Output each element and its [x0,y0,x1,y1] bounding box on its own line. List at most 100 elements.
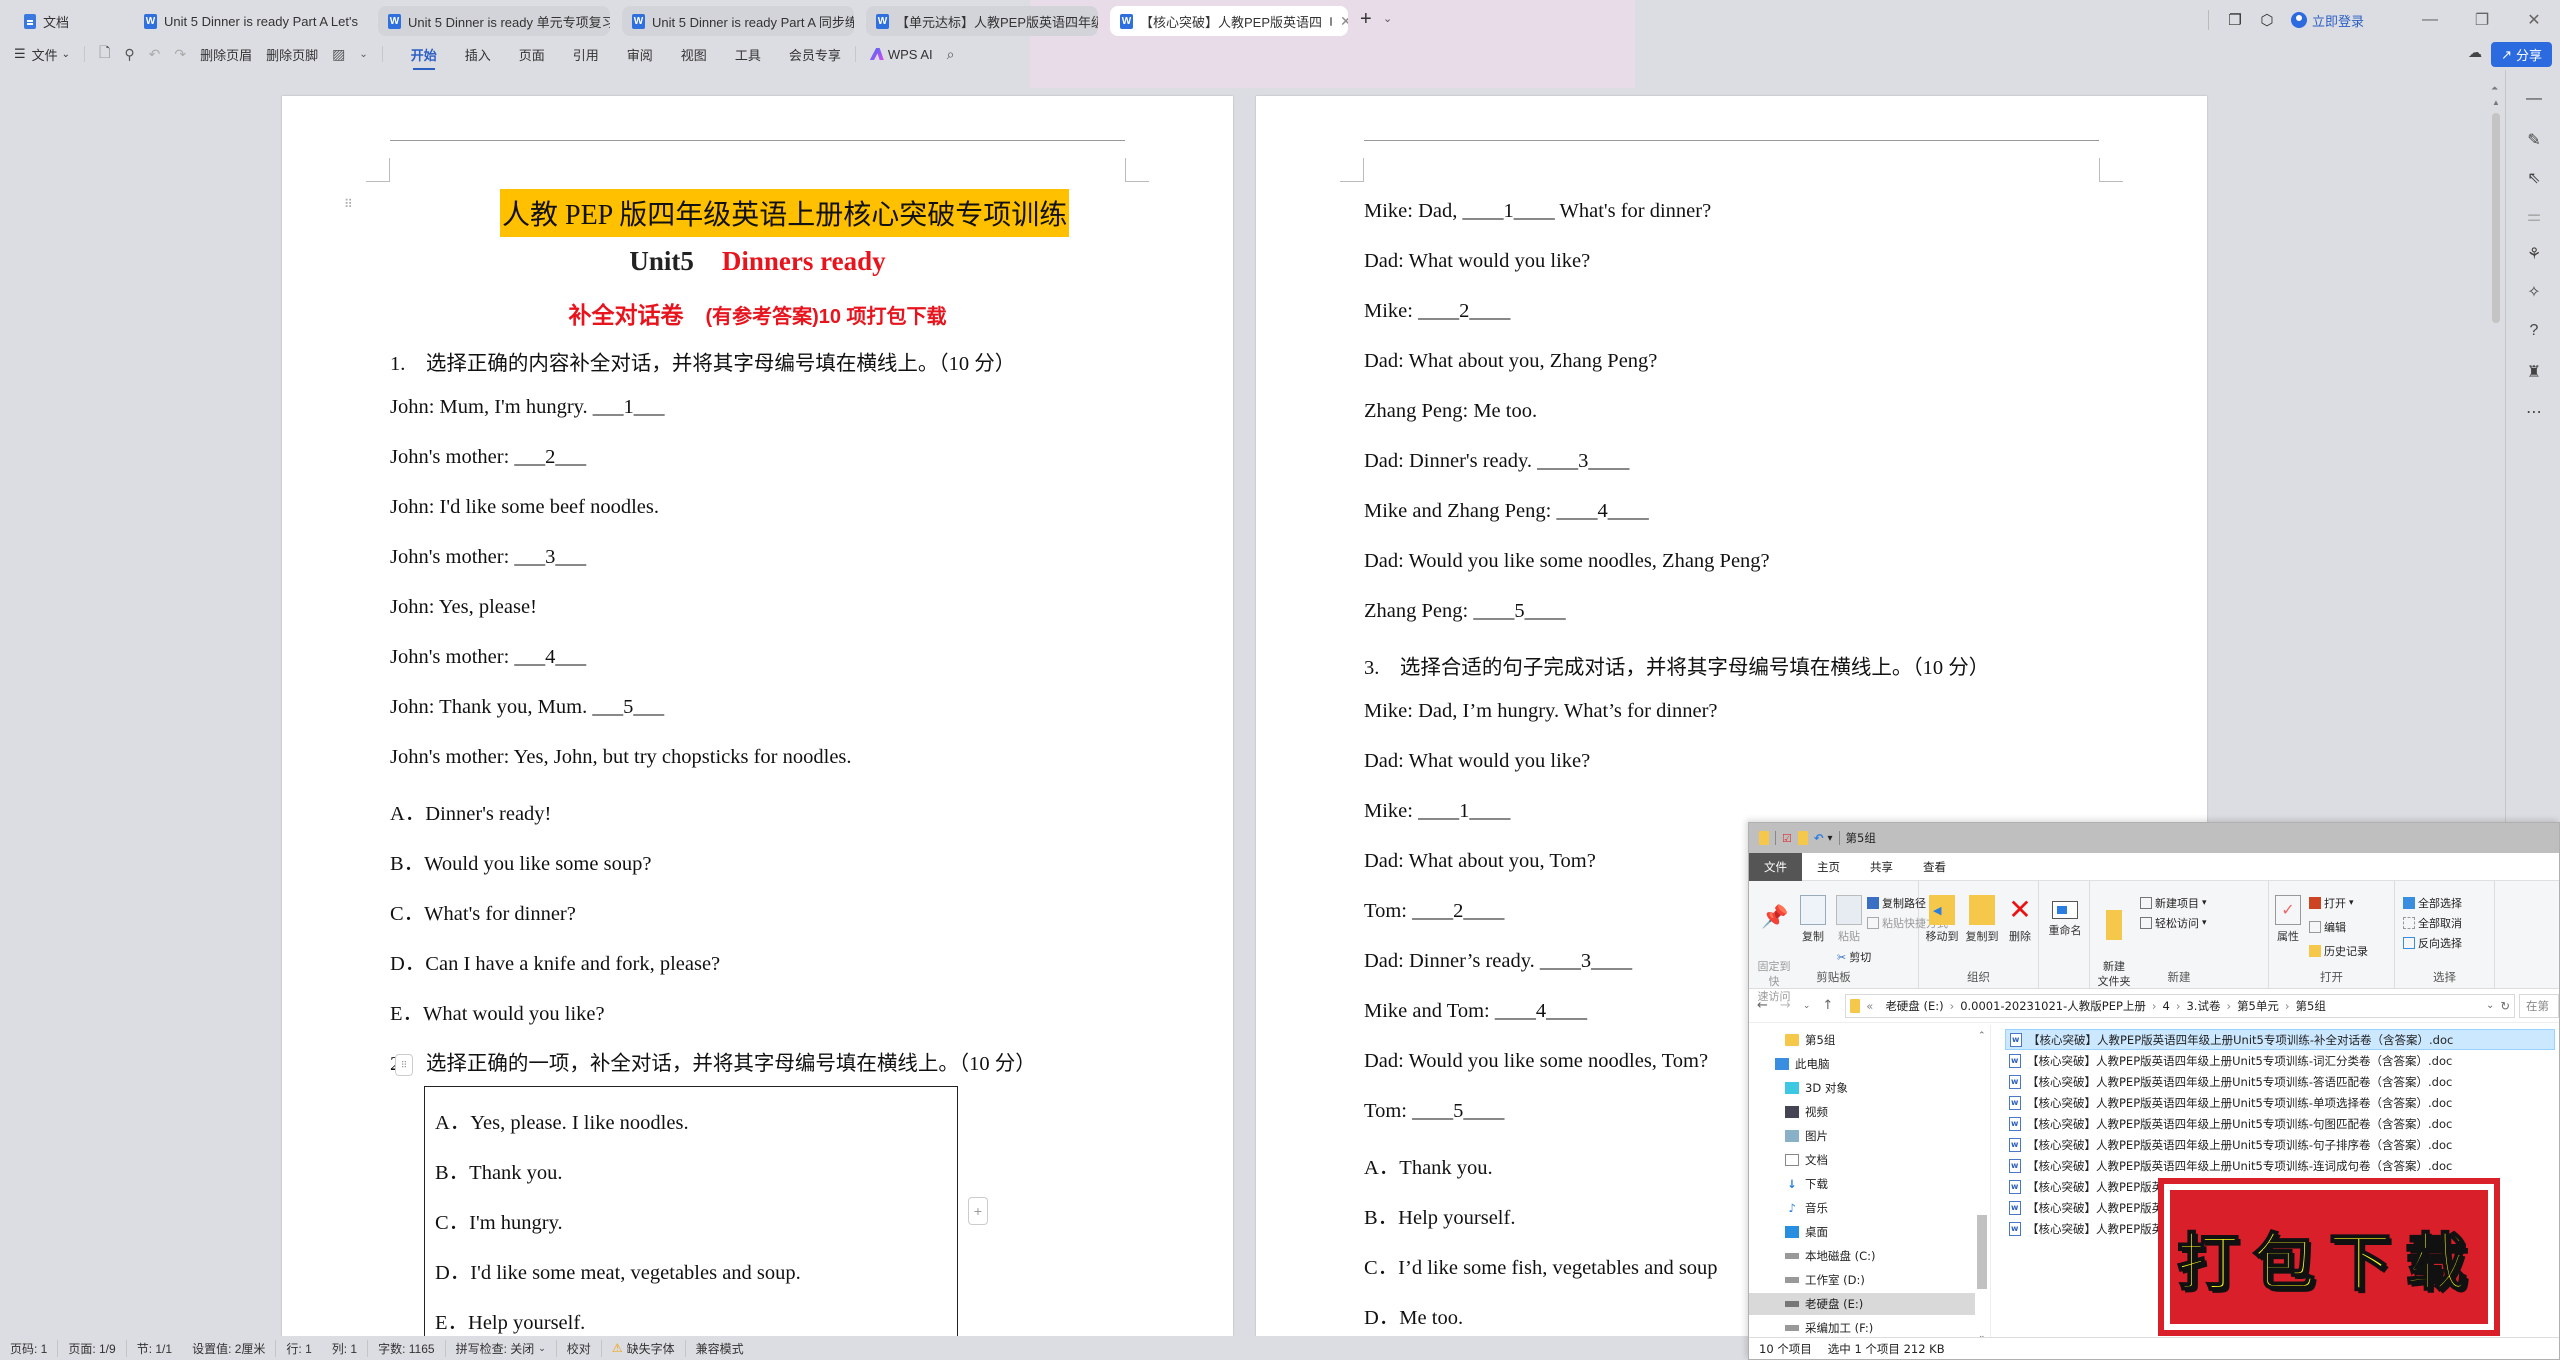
new-folder-quick-icon[interactable] [1797,831,1808,845]
file-item[interactable]: 【核心突破】人教PEP版英语四年级上册Unit5专项训练-答语匹配卷（含答案）.… [2005,1071,2555,1092]
new-item-button[interactable]: 新建项目 ▾ [2140,895,2207,911]
delete-header-button[interactable]: 删除页眉 [200,45,252,64]
address-bar[interactable]: « 老硬盘 (E:) › 0.0001-20231021-人教版PEP上册 › … [1845,993,2515,1018]
nav-item-drive-e-selected[interactable]: 老硬盘 (E:) [1749,1293,1975,1315]
status-page-number[interactable]: 页码: 1 [0,1339,59,1357]
nav-item-drive-c[interactable]: 本地磁盘 (C:) [1785,1245,1876,1267]
breadcrumb-folder[interactable]: 4 [2163,999,2170,1013]
delete-button[interactable]: ✕ 删除 [2005,895,2035,944]
magic-wand-icon[interactable]: ✧ [2524,282,2544,302]
cut-button[interactable]: ✂ 剪切 [1837,949,1871,965]
wps-ai-button[interactable]: WPS AI [869,47,933,62]
invert-selection-button[interactable]: 反向选择 [2403,935,2462,951]
properties-quick-icon[interactable]: ☑ [1782,832,1792,845]
open-button[interactable]: 打开 ▾ [2309,895,2354,911]
pen-icon[interactable]: ✎ [2524,130,2544,150]
nav-item-music[interactable]: ♪ 音乐 [1785,1197,1828,1219]
scroll-up-icon[interactable]: ⌃ [1978,1031,1986,1041]
explorer-search-input[interactable]: 在第 [2519,993,2559,1018]
tab-doc-4[interactable]: W 【单元达标】人教PEP版英语四年级上 [866,6,1098,36]
recent-locations-icon[interactable]: ⌄ [1803,1001,1811,1011]
scroll-up-icon[interactable]: ▲ [2492,98,2500,107]
breadcrumb-folder[interactable]: 0.0001-20231021-人教版PEP上册 [1960,998,2146,1014]
tab-member[interactable]: 会员专享 [789,45,841,64]
file-item[interactable]: 【核心突破】人教PEP版英语四年级上册Unit5专项训练-句图匹配卷（含答案）.… [2005,1113,2555,1134]
rename-button[interactable]: 重命名 [2045,895,2085,938]
paste-button[interactable]: 粘贴 [1833,895,1865,944]
scroll-top-icon[interactable]: ⏶ [2491,83,2498,94]
table-move-handle[interactable]: ⠿ [395,1054,413,1076]
status-pages[interactable]: 页面: 1/9 [58,1339,127,1357]
theme-icon[interactable]: ⚘ [2524,244,2544,264]
nav-item-3d-objects[interactable]: 3D 对象 [1785,1077,1848,1099]
explorer-tab-view[interactable]: 查看 [1908,853,1961,881]
redo-icon[interactable]: ↷ [174,46,186,63]
delete-footer-button[interactable]: 删除页脚 [266,45,318,64]
nav-item-drive-d[interactable]: 工作室 (D:) [1785,1269,1865,1291]
format-painter-icon[interactable]: ⚲ [124,46,134,63]
table-add-column-button[interactable]: + [968,1197,988,1225]
login-button[interactable]: 立即登录 [2290,11,2364,30]
tab-references[interactable]: 引用 [573,45,599,64]
select-all-button[interactable]: 全部选择 [2403,895,2462,911]
tab-home-ribbon[interactable]: 开始 [411,45,437,70]
help-icon[interactable]: ? [2524,322,2544,342]
new-tab-button[interactable]: + [1360,8,1372,31]
explorer-tab-home[interactable]: 主页 [1802,853,1855,881]
nav-item-drive-f[interactable]: 采编加工 (F:) [1785,1317,1873,1339]
tab-insert[interactable]: 插入 [465,45,491,64]
nav-item-group5[interactable]: 第5组 [1785,1029,1835,1051]
nav-pane-scrollbar[interactable]: ⌃ ⌄ [1975,1031,1989,1341]
status-proofread[interactable]: 校对 [557,1339,602,1357]
search-icon[interactable]: ⌕ [947,46,955,63]
breadcrumb-drive[interactable]: 老硬盘 (E:) [1885,998,1943,1014]
file-item[interactable]: 【核心突破】人教PEP版英语四年级上册Unit5专项训练-句子排序卷（含答案）.… [2005,1134,2555,1155]
bundle-download-stamp[interactable]: 打包下载 [2158,1178,2500,1336]
status-missing-font[interactable]: ⚠ 缺失字体 [602,1339,686,1357]
file-menu[interactable]: ☰ 文件 ⌄ [14,45,70,64]
cloud-upload-icon[interactable]: ☁ [2468,44,2482,61]
copy-button[interactable]: 复制 [1797,895,1829,944]
tab-home[interactable]: 文档 [14,6,134,36]
overflow-chevron-icon[interactable]: « [1866,999,1873,1013]
skin-shirt-icon[interactable]: ♜ [2524,362,2544,382]
status-spellcheck[interactable]: 拼写检查: 关闭 ⌄ [446,1339,557,1357]
nav-item-documents[interactable]: 文档 [1785,1149,1828,1171]
tab-review[interactable]: 审阅 [627,45,653,64]
chevron-down-icon[interactable]: ⌄ [359,49,367,60]
close-window-button[interactable]: ✕ [2508,10,2560,30]
tab-doc-3[interactable]: W Unit 5 Dinner is ready Part A 同步练 [622,6,854,36]
file-item[interactable]: 【核心突破】人教PEP版英语四年级上册Unit5专项训练-词汇分类卷（含答案）.… [2005,1050,2555,1071]
scrollbar-thumb[interactable] [1977,1215,1987,1289]
document-page-1[interactable]: ⠿ 人教 PEP 版四年级英语上册核心突破专项训练 Unit5 Dinners r… [282,96,1233,1346]
address-dropdown-icon[interactable]: ⌄ [2486,1000,2494,1011]
window-switch-icon[interactable]: ❐ [2227,12,2243,29]
up-arrow-icon[interactable]: ↑ [1822,998,1833,1013]
border-icon[interactable]: ▨ [332,46,345,63]
vertical-scrollbar[interactable] [2492,113,2500,323]
nav-item-downloads[interactable]: ↓ 下载 [1785,1173,1828,1195]
copy-path-button[interactable]: 复制路径 [1867,895,1926,911]
file-item[interactable]: 【核心突破】人教PEP版英语四年级上册Unit5专项训练-连词成句卷（含答案）.… [2005,1155,2555,1176]
save-icon[interactable]: 🗋 [99,42,110,66]
explorer-tab-file[interactable]: 文件 [1749,852,1802,881]
chevron-down-icon[interactable]: ⌄ [1383,12,1392,25]
pin-quick-access-button[interactable]: 📌 固定到快 速访问 [1753,895,1795,1004]
more-icon[interactable]: ⋯ [2524,402,2544,422]
select-none-button[interactable]: 全部取消 [2403,915,2462,931]
collapse-icon[interactable]: — [2524,90,2544,110]
tab-doc-5-active[interactable]: W 【核心突破】人教PEP版英语四 ✕ [1110,6,1348,36]
easy-access-button[interactable]: 轻松访问 ▾ [2140,915,2207,931]
explorer-tab-share[interactable]: 共享 [1855,853,1908,881]
cube-icon[interactable]: ⬡ [2259,12,2275,29]
nav-item-pictures[interactable]: 图片 [1785,1125,1828,1147]
tab-page[interactable]: 页面 [519,45,545,64]
restore-button[interactable]: ❐ [2456,10,2508,30]
nav-item-videos[interactable]: 视频 [1785,1101,1828,1123]
nav-item-desktop[interactable]: 桌面 [1785,1221,1828,1243]
refresh-icon[interactable]: ↻ [2500,999,2510,1013]
customize-quick-access-icon[interactable]: ▾ [1828,833,1833,844]
minimize-button[interactable]: — [2404,11,2456,29]
drag-handle-icon[interactable]: ⠿ [344,198,353,210]
nav-item-this-pc[interactable]: 此电脑 [1775,1053,1830,1075]
